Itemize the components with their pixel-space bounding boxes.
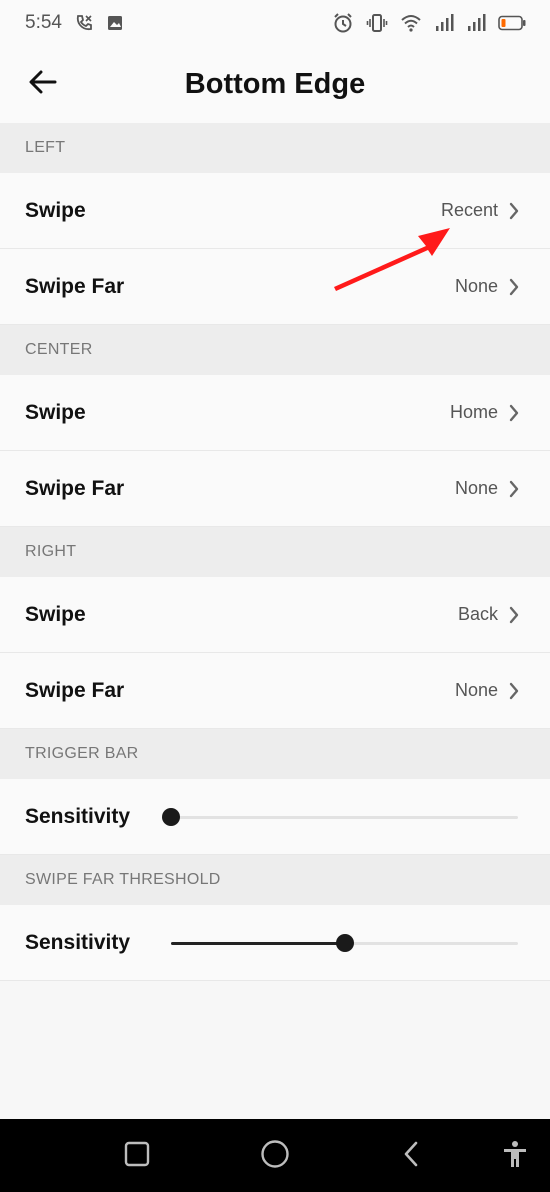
swipe-far-threshold-sensitivity-row: Sensitivity — [0, 905, 550, 981]
back-button[interactable] — [22, 63, 64, 105]
row-value: None — [454, 680, 498, 700]
row-value: None — [454, 478, 498, 498]
signal-icon — [466, 13, 486, 33]
image-icon — [106, 14, 124, 32]
chevron-right-icon — [508, 201, 520, 221]
accessibility-icon — [502, 1140, 528, 1173]
recents-square-icon — [124, 1141, 150, 1172]
arrow-left-icon — [29, 70, 57, 99]
slider-track — [171, 815, 518, 819]
app-bar: Bottom Edge — [0, 46, 550, 123]
back-triangle-icon — [401, 1140, 421, 1173]
wifi-icon — [400, 13, 422, 33]
signal-icon — [434, 13, 454, 33]
slider-label: Sensitivity — [25, 930, 131, 954]
alarm-icon — [332, 12, 354, 34]
section-header-swipe-far-threshold: SWIPE FAR THRESHOLD — [0, 855, 550, 905]
home-button[interactable] — [256, 1137, 294, 1175]
chevron-right-icon — [508, 403, 520, 423]
navigation-bar — [0, 1119, 550, 1192]
vibrate-icon — [366, 12, 388, 34]
row-label: Swipe Far — [25, 274, 125, 298]
left-swipe-far-row[interactable]: Swipe Far None — [0, 249, 550, 325]
row-value: None — [454, 276, 498, 296]
chevron-right-icon — [508, 277, 520, 297]
row-value: Recent — [440, 200, 498, 220]
section-header-center: CENTER — [0, 325, 550, 375]
battery-low-icon — [498, 15, 526, 31]
trigger-bar-sensitivity-slider[interactable] — [162, 805, 518, 829]
slider-fill — [171, 941, 345, 945]
swipe-far-threshold-sensitivity-slider[interactable] — [171, 931, 518, 955]
missed-call-icon — [74, 13, 94, 33]
row-label: Swipe — [25, 602, 86, 626]
slider-thumb[interactable] — [335, 933, 354, 952]
chevron-right-icon — [508, 479, 520, 499]
status-bar: 5:54 — [0, 0, 550, 46]
left-swipe-row[interactable]: Swipe Recent — [0, 173, 550, 249]
section-header-trigger-bar: TRIGGER BAR — [0, 729, 550, 779]
center-swipe-row[interactable]: Swipe Home — [0, 375, 550, 451]
row-label: Swipe — [25, 400, 86, 424]
row-label: Swipe Far — [25, 476, 125, 500]
row-value: Back — [457, 604, 498, 624]
home-circle-icon — [260, 1139, 290, 1174]
status-time: 5:54 — [25, 12, 62, 33]
settings-list: LEFT Swipe Recent Swipe Far None CENTER … — [0, 123, 550, 981]
row-value: Home — [449, 402, 498, 422]
chevron-right-icon — [508, 605, 520, 625]
slider-label: Sensitivity — [25, 804, 131, 828]
recents-button[interactable] — [118, 1137, 156, 1175]
right-swipe-row[interactable]: Swipe Back — [0, 577, 550, 653]
row-label: Swipe — [25, 198, 86, 222]
page-title: Bottom Edge — [184, 68, 366, 100]
trigger-bar-sensitivity-row: Sensitivity — [0, 779, 550, 855]
right-swipe-far-row[interactable]: Swipe Far None — [0, 653, 550, 729]
center-swipe-far-row[interactable]: Swipe Far None — [0, 451, 550, 527]
chevron-right-icon — [508, 681, 520, 701]
nav-back-button[interactable] — [392, 1137, 430, 1175]
section-header-right: RIGHT — [0, 527, 550, 577]
section-header-left: LEFT — [0, 123, 550, 173]
row-label: Swipe Far — [25, 678, 125, 702]
accessibility-button[interactable] — [496, 1137, 534, 1175]
slider-thumb[interactable] — [162, 807, 180, 826]
